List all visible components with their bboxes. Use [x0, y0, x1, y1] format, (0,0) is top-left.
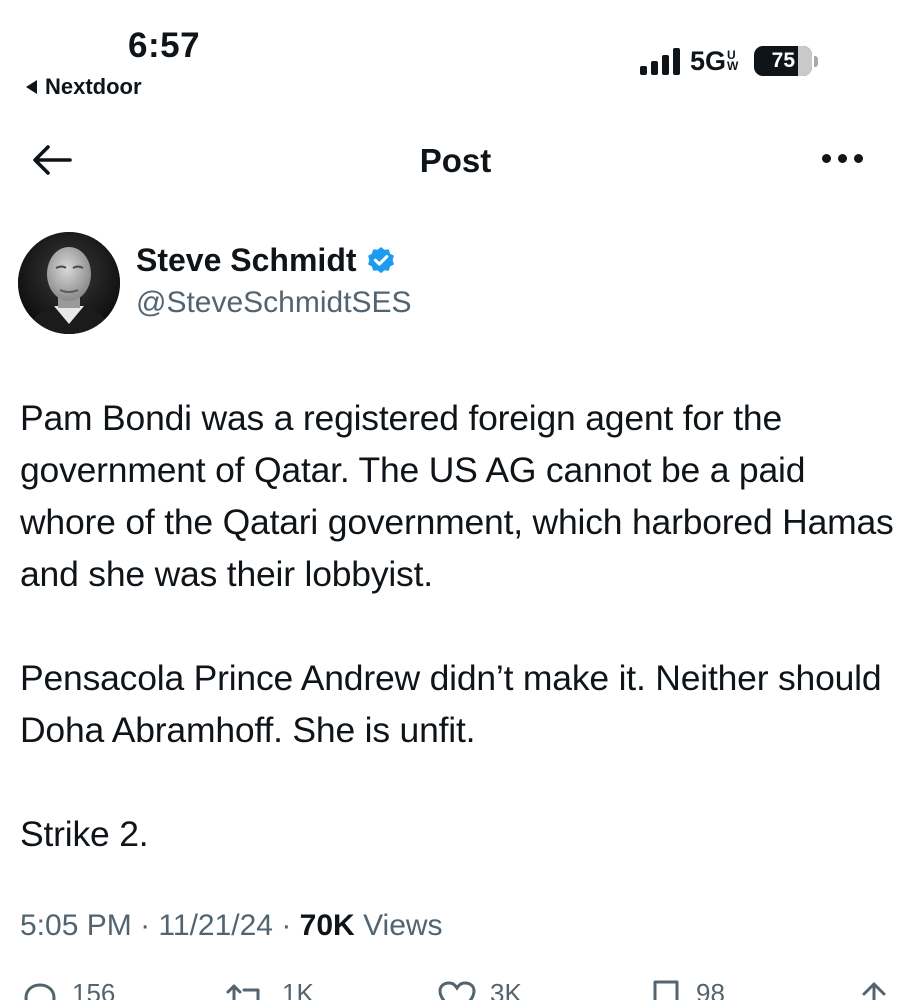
- avatar[interactable]: [18, 232, 120, 334]
- more-options-icon[interactable]: [822, 154, 863, 163]
- status-indicators: 5G U W 75: [640, 44, 819, 78]
- back-app-label: Nextdoor: [45, 74, 142, 99]
- battery-icon: 75: [754, 46, 819, 76]
- share-icon: [862, 982, 886, 1000]
- meta-separator: ·: [140, 909, 151, 942]
- network-indicator: 5G U W: [690, 46, 738, 77]
- author-name[interactable]: Steve Schmidt: [136, 242, 357, 279]
- post-meta: 5:05 PM · 11/21/24 · 70K Views: [20, 909, 443, 943]
- author-name-row: Steve Schmidt: [136, 242, 397, 279]
- page-title: Post: [419, 142, 492, 179]
- like-button[interactable]: 3K: [436, 978, 522, 1000]
- bookmark-button[interactable]: 98: [648, 978, 725, 1000]
- post-paragraph: Strike 2.: [20, 814, 149, 854]
- back-to-app-link[interactable]: Nextdoor: [26, 74, 142, 100]
- post-author: Steve Schmidt @SteveSchmidtSES: [18, 232, 898, 336]
- status-bar: 6:57 Nextdoor 5G U W 75: [0, 0, 911, 110]
- verified-badge-icon: [367, 246, 394, 273]
- repost-button[interactable]: 1K: [222, 978, 314, 1000]
- reply-count: 156: [72, 978, 116, 1000]
- network-label: 5G: [690, 45, 727, 76]
- post-header: Post: [0, 130, 911, 190]
- post-time: 5:05 PM: [20, 909, 132, 942]
- battery-percent: 75: [771, 49, 796, 72]
- action-bar: 156 1K 3K 98: [0, 978, 911, 1000]
- author-handle[interactable]: @SteveSchmidtSES: [136, 286, 412, 320]
- post-text: Pam Bondi was a registered foreign agent…: [20, 392, 900, 912]
- network-suffix-bottom: W: [727, 59, 739, 73]
- signal-icon: [640, 47, 680, 75]
- like-count: 3K: [490, 978, 522, 1000]
- repost-count: 1K: [282, 978, 314, 1000]
- reply-icon: [24, 983, 56, 1000]
- bookmark-count: 98: [696, 978, 725, 1000]
- repost-icon: [226, 984, 260, 1000]
- meta-separator: ·: [281, 909, 292, 942]
- views-label: Views: [363, 909, 443, 942]
- status-time: 6:57: [128, 26, 201, 65]
- battery-empty-fill: [797, 46, 813, 76]
- back-triangle-icon: [26, 80, 37, 94]
- post-paragraph: Pensacola Prince Andrew didn’t make it. …: [20, 658, 882, 750]
- bookmark-icon: [653, 980, 679, 1000]
- post-date: 11/21/24: [158, 909, 273, 942]
- post-paragraph: Pam Bondi was a registered foreign agent…: [20, 398, 894, 594]
- reply-button[interactable]: 156: [20, 978, 115, 1000]
- share-button[interactable]: [858, 978, 890, 1000]
- views-count[interactable]: 70K: [300, 909, 355, 942]
- post-screen: 6:57 Nextdoor 5G U W 75 Post Steve Schmi…: [0, 0, 911, 1000]
- heart-icon: [438, 981, 476, 1000]
